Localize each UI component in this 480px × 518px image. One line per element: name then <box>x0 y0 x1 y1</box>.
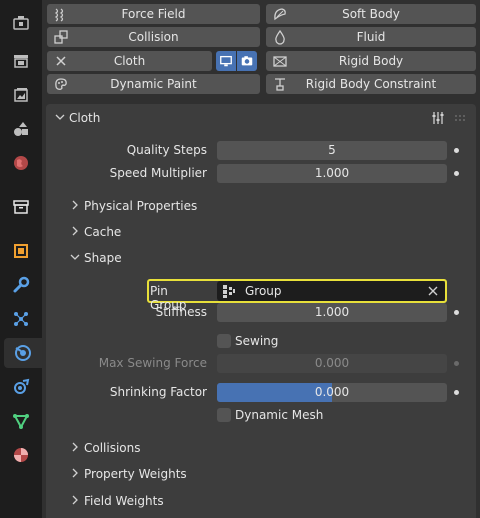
cloth-button[interactable]: Cloth <box>47 51 212 71</box>
modifier-icon[interactable] <box>4 270 38 300</box>
keyframe-dot-icon[interactable] <box>454 310 459 315</box>
render-icon[interactable] <box>4 46 38 76</box>
view-layer-icon[interactable] <box>4 114 38 144</box>
keyframe-dot-icon[interactable] <box>454 171 459 176</box>
collision-icon <box>53 29 69 45</box>
quality-steps-field[interactable]: 5 <box>217 141 447 160</box>
soft-body-button[interactable]: Soft Body <box>266 4 476 24</box>
max-sewing-force-label: Max Sewing Force <box>98 356 207 370</box>
subpanel-physical-properties[interactable]: Physical Properties <box>70 199 197 213</box>
output-icon[interactable] <box>4 80 38 110</box>
pin-group-value: Group <box>245 284 282 298</box>
constraints-icon[interactable] <box>4 372 38 402</box>
dynamic-mesh-checkbox[interactable] <box>217 408 231 422</box>
shrinking-factor-label: Shrinking Factor <box>109 385 207 399</box>
subpanel-field-weights[interactable]: Field Weights <box>70 494 164 508</box>
force-field-button[interactable]: Force Field <box>47 4 260 24</box>
clear-icon[interactable] <box>427 285 439 300</box>
vertex-group-icon <box>221 283 237 302</box>
viewport-display-toggle-icon[interactable] <box>216 51 236 71</box>
drag-handle-icon[interactable] <box>454 112 468 126</box>
subpanel-property-weights[interactable]: Property Weights <box>70 467 187 481</box>
shrinking-factor-slider[interactable]: 0.000 <box>217 383 447 402</box>
chevron-right-icon <box>70 226 84 239</box>
pin-group-field[interactable]: Group <box>217 281 445 301</box>
speed-multiplier-label: Speed Multiplier <box>109 166 207 180</box>
data-icon[interactable] <box>4 406 38 436</box>
fluid-icon <box>272 29 288 45</box>
cloth-panel: Cloth Quality Steps 5 Speed Multiplier 1… <box>46 104 476 518</box>
object-icon[interactable] <box>4 236 38 266</box>
shrinking-factor-value: 0.000 <box>314 385 350 399</box>
rigid-body-icon <box>272 53 288 69</box>
rigid-body-constraint-icon <box>272 76 288 92</box>
rigid-body-constraint-button[interactable]: Rigid Body Constraint <box>266 74 476 94</box>
keyframe-dot-icon[interactable] <box>454 148 459 153</box>
stiffness-label: Stiffness <box>155 305 207 319</box>
subpanel-cache[interactable]: Cache <box>70 225 121 239</box>
speed-multiplier-field[interactable]: 1.000 <box>217 164 447 183</box>
collection-icon[interactable] <box>4 192 38 222</box>
properties-content: Force Field Soft Body Collision Fluid Cl… <box>42 0 480 518</box>
subpanel-shape[interactable]: Shape <box>70 251 122 265</box>
sewing-label: Sewing <box>235 334 279 348</box>
fluid-button[interactable]: Fluid <box>266 27 476 47</box>
soft-body-icon <box>272 6 288 22</box>
remove-icon[interactable] <box>53 53 69 69</box>
quality-steps-label: Quality Steps <box>126 143 207 157</box>
tool-icon[interactable] <box>4 8 38 38</box>
dynamic-paint-button[interactable]: Dynamic Paint <box>47 74 260 94</box>
chevron-down-icon <box>70 252 84 265</box>
keyframe-dot-icon[interactable] <box>454 390 459 395</box>
force-field-icon <box>53 6 69 22</box>
chevron-right-icon <box>70 468 84 481</box>
sewing-checkbox[interactable] <box>217 334 231 348</box>
chevron-right-icon <box>70 200 84 213</box>
physics-icon[interactable] <box>4 338 42 368</box>
chevron-right-icon <box>70 442 84 455</box>
stiffness-field[interactable]: 1.000 <box>217 303 447 322</box>
cloth-panel-header[interactable]: Cloth <box>46 104 476 132</box>
dynamic-paint-icon <box>53 76 69 92</box>
chevron-down-icon <box>55 112 65 125</box>
dynamic-mesh-label: Dynamic Mesh <box>235 408 324 422</box>
rigid-body-button[interactable]: Rigid Body <box>266 51 476 71</box>
subpanel-collisions[interactable]: Collisions <box>70 441 141 455</box>
max-sewing-force-field[interactable]: 0.000 <box>217 354 447 373</box>
particles-icon[interactable] <box>4 304 38 334</box>
keyframe-dot-icon[interactable] <box>454 361 459 366</box>
material-icon[interactable] <box>4 440 38 470</box>
chevron-right-icon <box>70 495 84 508</box>
properties-tab-strip <box>0 0 42 518</box>
render-toggle-camera-icon[interactable] <box>237 51 257 71</box>
collision-button[interactable]: Collision <box>47 27 260 47</box>
presets-icon[interactable] <box>430 110 446 129</box>
world-icon[interactable] <box>4 148 38 178</box>
